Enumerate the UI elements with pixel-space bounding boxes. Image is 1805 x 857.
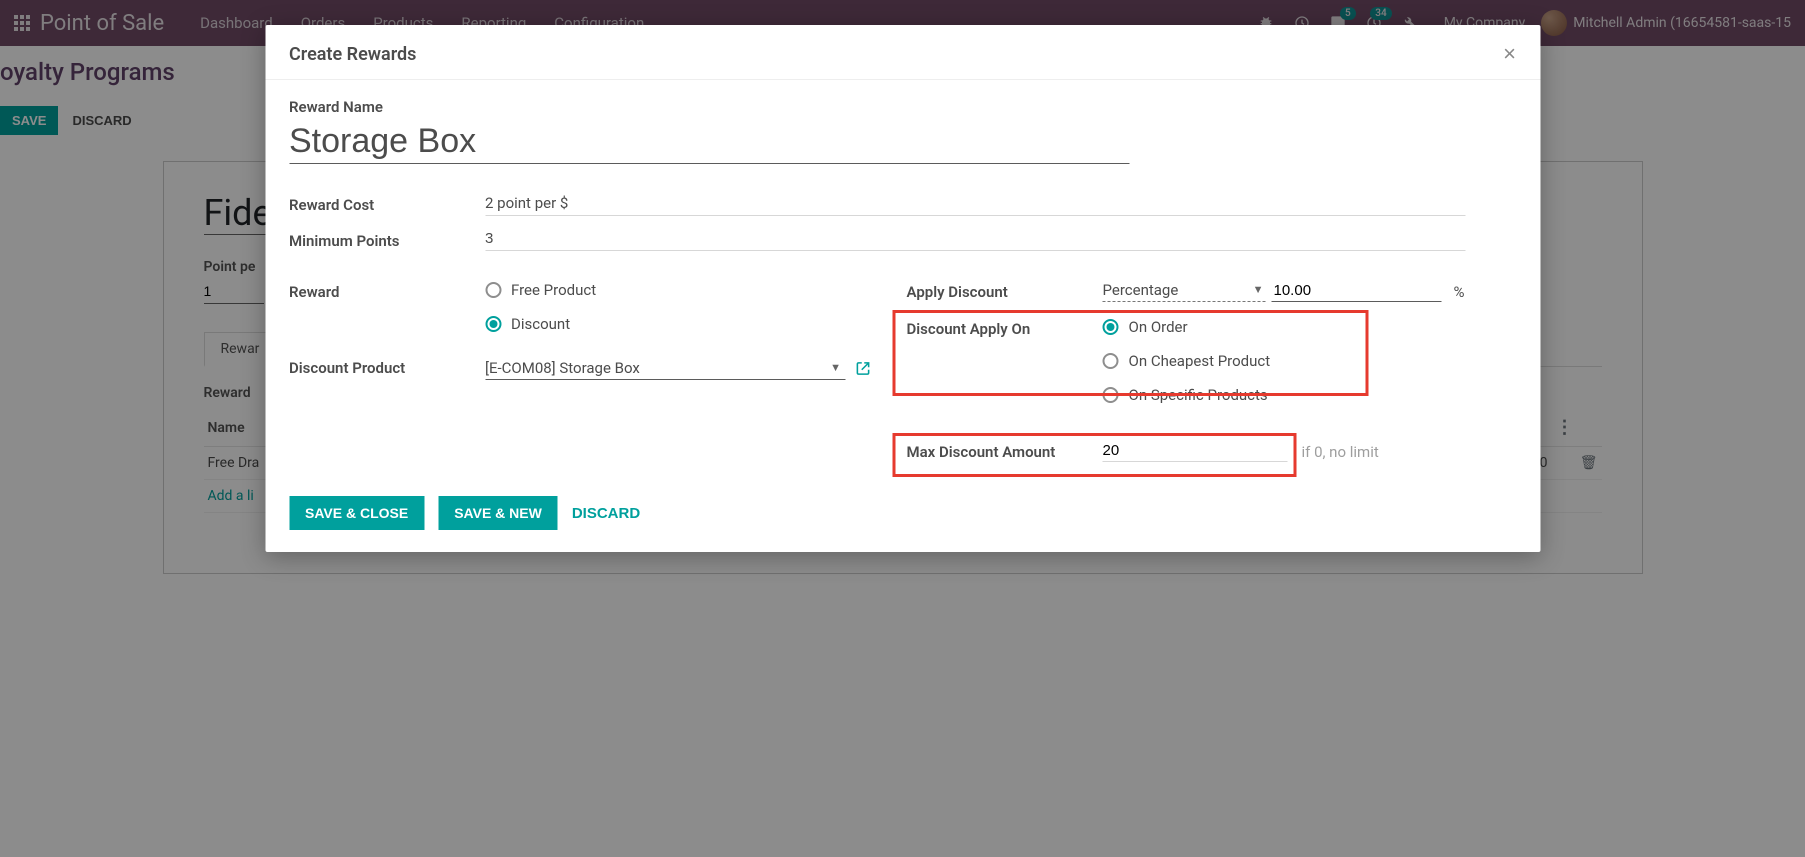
reward-option-discount[interactable]: Discount: [485, 315, 899, 333]
modal-title: Create Rewards: [289, 44, 416, 65]
external-link-icon[interactable]: [855, 361, 870, 376]
discount-product-select[interactable]: [E-COM08] Storage Box ▼: [485, 357, 845, 380]
apply-discount-select-value: Percentage: [1103, 281, 1179, 299]
apply-on-specific[interactable]: On Specific Products: [1103, 386, 1517, 404]
apply-on-cheapest[interactable]: On Cheapest Product: [1103, 352, 1517, 370]
radio-label: On Order: [1129, 318, 1188, 336]
radio-icon[interactable]: [1103, 387, 1119, 403]
minimum-points-label: Minimum Points: [289, 230, 485, 251]
radio-label: On Cheapest Product: [1129, 352, 1271, 370]
radio-icon[interactable]: [485, 316, 501, 332]
radio-icon[interactable]: [485, 282, 501, 298]
radio-label: On Specific Products: [1129, 386, 1268, 404]
discount-product-label: Discount Product: [289, 357, 485, 377]
reward-name-label: Reward Name: [289, 98, 1516, 116]
apply-discount-select[interactable]: Percentage ▼: [1103, 281, 1266, 302]
apply-discount-label: Apply Discount: [907, 281, 1103, 301]
discount-apply-on-label: Discount Apply On: [907, 318, 1103, 338]
reward-name-input[interactable]: [289, 118, 1129, 164]
radio-icon[interactable]: [1103, 319, 1119, 335]
reward-option-free-product[interactable]: Free Product: [485, 281, 899, 299]
chevron-down-icon: ▼: [830, 361, 841, 374]
max-discount-hint: if 0, no limit: [1302, 443, 1379, 461]
reward-cost-value[interactable]: 2 point per $: [485, 194, 1465, 216]
minimum-points-input[interactable]: [485, 230, 1465, 251]
save-new-button[interactable]: SAVE & NEW: [438, 496, 558, 530]
modal-discard-button[interactable]: DISCARD: [572, 505, 640, 522]
reward-cost-label: Reward Cost: [289, 194, 485, 216]
radio-icon[interactable]: [1103, 353, 1119, 369]
max-discount-input[interactable]: [1103, 442, 1288, 462]
reward-label: Reward: [289, 281, 485, 301]
create-rewards-modal: Create Rewards × Reward Name Reward Cost…: [265, 25, 1540, 552]
radio-label: Free Product: [511, 281, 596, 299]
max-discount-label: Max Discount Amount: [907, 443, 1103, 461]
apply-on-order[interactable]: On Order: [1103, 318, 1517, 336]
discount-product-value: [E-COM08] Storage Box: [485, 359, 640, 377]
percent-symbol: %: [1454, 283, 1465, 301]
radio-label: Discount: [511, 315, 570, 333]
close-icon[interactable]: ×: [1503, 43, 1516, 65]
save-close-button[interactable]: SAVE & CLOSE: [289, 496, 424, 530]
apply-discount-value-input[interactable]: [1272, 282, 1442, 302]
chevron-down-icon: ▼: [1253, 283, 1264, 296]
